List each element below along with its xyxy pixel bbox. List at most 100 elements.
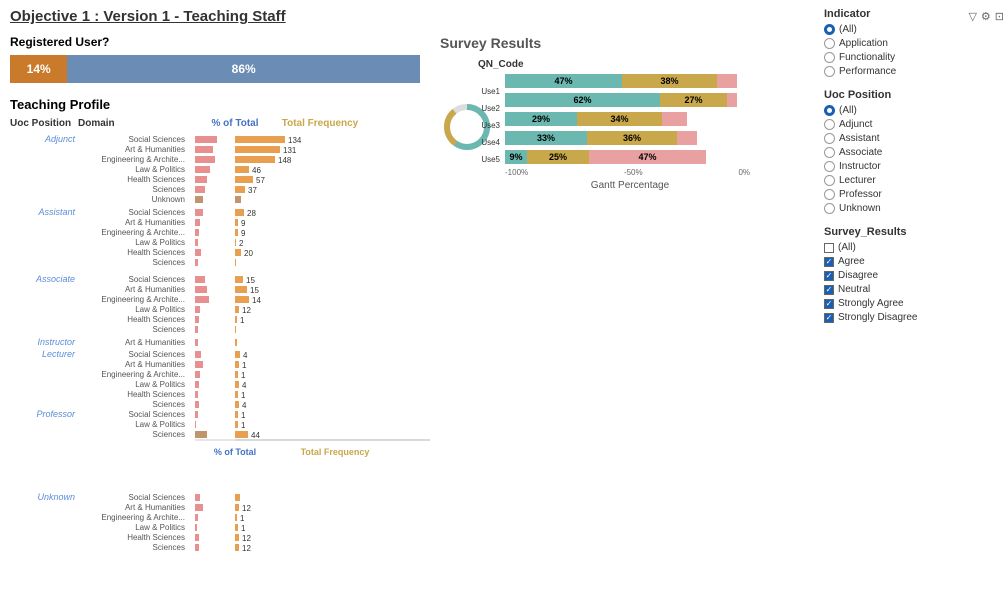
position-adjunct: Adjunct bbox=[44, 134, 76, 144]
reg-yes-bar: 86% bbox=[67, 55, 420, 83]
use1-gold: 38% bbox=[622, 74, 717, 88]
sr-neutral[interactable]: Neutral bbox=[824, 284, 1004, 295]
filter-icon[interactable]: ▽ bbox=[968, 10, 976, 23]
survey-results-options: (All) Agree Disagree Neutral Strongly Ag… bbox=[824, 242, 1004, 323]
filter-icons[interactable]: ▽ ⚙ ⊡ bbox=[968, 10, 1004, 23]
svg-text:Health Sciences: Health Sciences bbox=[127, 175, 185, 184]
svg-text:Sciences: Sciences bbox=[153, 258, 185, 267]
svg-text:Art & Humanities: Art & Humanities bbox=[125, 503, 185, 512]
uoc-adjunct[interactable]: Adjunct bbox=[824, 119, 1004, 130]
uoc-professor[interactable]: Professor bbox=[824, 189, 1004, 200]
x-axis: -100% -50% 0% bbox=[505, 168, 755, 177]
svg-text:Law & Politics: Law & Politics bbox=[135, 165, 185, 174]
svg-text:Health Sciences: Health Sciences bbox=[127, 248, 185, 257]
gantt-percentage-label: Gantt Percentage bbox=[505, 180, 755, 191]
svg-text:4: 4 bbox=[242, 381, 247, 390]
uoc-lecturer[interactable]: Lecturer bbox=[824, 175, 1004, 186]
svg-text:Health Sciences: Health Sciences bbox=[127, 390, 185, 399]
indicator-functionality[interactable]: Functionality bbox=[824, 52, 1004, 63]
sr-strongly-disagree[interactable]: Strongly Disagree bbox=[824, 312, 1004, 323]
settings-icon[interactable]: ⚙ bbox=[981, 10, 991, 23]
sr-agree[interactable]: Agree bbox=[824, 256, 1004, 267]
qn-label-use5: Use5 bbox=[481, 155, 500, 164]
qn-label-use2: Use2 bbox=[481, 104, 500, 113]
col-total-freq: Total Frequency bbox=[280, 118, 360, 129]
svg-text:Health Sciences: Health Sciences bbox=[127, 315, 185, 324]
left-panel: Registered User? 14% 86% Teaching Profil… bbox=[10, 35, 440, 457]
col-pct-total: % of Total bbox=[190, 118, 280, 129]
expand-icon[interactable]: ⊡ bbox=[995, 10, 1004, 23]
use1-pink bbox=[717, 74, 737, 88]
svg-text:Art & Humanities: Art & Humanities bbox=[125, 285, 185, 294]
survey-results-filter-label: Survey_Results bbox=[824, 226, 1004, 238]
uoc-instructor-label: Instructor bbox=[839, 161, 881, 172]
svg-text:12: 12 bbox=[242, 306, 251, 315]
use2-teal: 62% bbox=[505, 93, 660, 107]
svg-text:Law & Politics: Law & Politics bbox=[135, 238, 185, 247]
svg-text:Art & Humanities: Art & Humanities bbox=[125, 145, 185, 154]
sr-disagree[interactable]: Disagree bbox=[824, 270, 1004, 281]
svg-text:1: 1 bbox=[241, 371, 246, 380]
svg-text:2: 2 bbox=[239, 239, 244, 248]
svg-text:12: 12 bbox=[242, 534, 251, 543]
sr-agree-label: Agree bbox=[838, 256, 865, 267]
uoc-associate[interactable]: Associate bbox=[824, 147, 1004, 158]
svg-text:Social Sciences: Social Sciences bbox=[129, 275, 185, 284]
svg-text:148: 148 bbox=[278, 156, 292, 165]
sr-neutral-checkbox bbox=[824, 285, 834, 295]
svg-text:Sciences: Sciences bbox=[153, 400, 185, 409]
svg-text:Social Sciences: Social Sciences bbox=[129, 135, 185, 144]
indicator-functionality-label: Functionality bbox=[839, 52, 895, 63]
svg-text:Law & Politics: Law & Politics bbox=[135, 380, 185, 389]
svg-text:Law & Politics: Law & Politics bbox=[135, 420, 185, 429]
indicator-application[interactable]: Application bbox=[824, 38, 1004, 49]
use3-pink bbox=[662, 112, 687, 126]
middle-panel: Survey Results QN_Code Use1 Use2 Use3 Us… bbox=[440, 35, 820, 191]
svg-text:Sciences: Sciences bbox=[153, 543, 185, 552]
uoc-lecturer-label: Lecturer bbox=[839, 175, 876, 186]
svg-text:1: 1 bbox=[241, 391, 246, 400]
svg-text:Law & Politics: Law & Politics bbox=[135, 305, 185, 314]
pct-total-axis-label: % of Total bbox=[190, 447, 280, 457]
svg-text:Professor: Professor bbox=[36, 409, 76, 419]
indicator-performance[interactable]: Performance bbox=[824, 66, 1004, 77]
svg-text:Sciences: Sciences bbox=[153, 430, 185, 439]
gantt-bars-area: 47% 38% 62% 27% 29% bbox=[505, 72, 755, 191]
sr-disagree-checkbox bbox=[824, 271, 834, 281]
svg-text:Law & Politics: Law & Politics bbox=[135, 523, 185, 532]
qn-label-use4: Use4 bbox=[481, 138, 500, 147]
uoc-instructor[interactable]: Instructor bbox=[824, 161, 1004, 172]
svg-text:9: 9 bbox=[241, 219, 246, 228]
use4-teal: 33% bbox=[505, 131, 587, 145]
uoc-unknown[interactable]: Unknown bbox=[824, 203, 1004, 214]
uoc-adjunct-label: Adjunct bbox=[839, 119, 872, 130]
indicator-all-label: (All) bbox=[839, 24, 857, 35]
unknown-group: Unknown Social Sciences Art & Humanities… bbox=[10, 490, 440, 573]
svg-text:4: 4 bbox=[242, 401, 247, 410]
indicator-application-label: Application bbox=[839, 38, 888, 49]
svg-text:Assistant: Assistant bbox=[37, 207, 75, 217]
sr-all[interactable]: (All) bbox=[824, 242, 1004, 253]
uoc-associate-label: Associate bbox=[839, 147, 882, 158]
uoc-all[interactable]: (All) bbox=[824, 105, 1004, 116]
sr-agree-checkbox bbox=[824, 257, 834, 267]
uoc-assistant-label: Assistant bbox=[839, 133, 880, 144]
svg-text:Engineering & Archite...: Engineering & Archite... bbox=[101, 513, 185, 522]
svg-text:Unknown: Unknown bbox=[152, 195, 185, 204]
uoc-professor-label: Professor bbox=[839, 189, 882, 200]
use5-gold: 25% bbox=[527, 150, 589, 164]
svg-text:1: 1 bbox=[242, 361, 247, 370]
svg-text:Social Sciences: Social Sciences bbox=[129, 350, 185, 359]
sr-strongly-agree-label: Strongly Agree bbox=[838, 298, 904, 309]
svg-text:Unknown: Unknown bbox=[37, 492, 75, 502]
indicator-all[interactable]: (All) bbox=[824, 24, 1004, 35]
svg-text:28: 28 bbox=[247, 209, 256, 218]
donut-chart: Use1 Use2 Use3 Use4 Use5 bbox=[440, 82, 495, 175]
svg-text:Engineering & Archite...: Engineering & Archite... bbox=[101, 295, 185, 304]
svg-text:1: 1 bbox=[240, 316, 245, 325]
uoc-position-section: Uoc Position (All) Adjunct Assistant bbox=[824, 89, 1004, 214]
uoc-assistant[interactable]: Assistant bbox=[824, 133, 1004, 144]
svg-text:Engineering & Archite...: Engineering & Archite... bbox=[101, 228, 185, 237]
qn-label-use3: Use3 bbox=[481, 121, 500, 130]
sr-strongly-agree[interactable]: Strongly Agree bbox=[824, 298, 1004, 309]
